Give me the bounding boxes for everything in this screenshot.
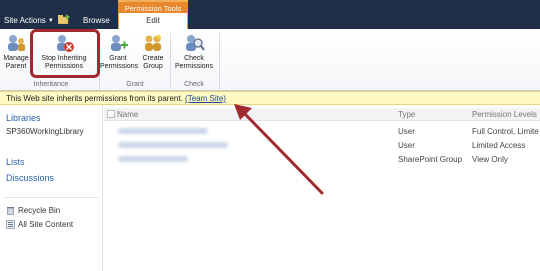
site-content-icon	[6, 220, 15, 229]
group-label-check: Check	[184, 81, 204, 88]
manage-parent-label-2: Parent	[5, 63, 27, 70]
redacted-name	[118, 142, 228, 148]
nav-heading-libraries[interactable]: Libraries	[6, 113, 41, 123]
redacted-name	[118, 128, 208, 134]
redacted-name	[118, 156, 188, 162]
column-header-name[interactable]: Name	[117, 110, 138, 119]
nav-item-library[interactable]: SP360WorkingLibrary	[6, 127, 84, 136]
table-row[interactable]: User Limited Access	[104, 139, 540, 153]
column-header-type[interactable]: Type	[398, 110, 415, 119]
left-navigation: Libraries SP360WorkingLibrary Lists Disc…	[0, 105, 103, 271]
grant-permissions-icon	[111, 35, 128, 51]
tab-edit[interactable]: Edit	[118, 13, 188, 29]
ribbon-separator	[170, 33, 171, 89]
permission-tools-context-group: Permission Tools Edit	[118, 0, 188, 29]
recycle-bin-label: Recycle Bin	[18, 206, 61, 215]
group-label-grant: Grant	[126, 81, 144, 88]
row-type: User	[398, 141, 415, 150]
navigate-up-icon[interactable]	[58, 14, 70, 24]
row-type: SharePoint Group	[398, 155, 463, 164]
nav-heading-discussions[interactable]: Discussions	[6, 173, 54, 183]
site-actions-menu[interactable]: Site Actions ▼	[4, 16, 54, 25]
check-permissions-icon	[186, 35, 205, 51]
create-group-button[interactable]: Create Group	[138, 33, 168, 71]
nav-item-recycle-bin[interactable]: Recycle Bin	[6, 206, 60, 215]
recycle-bin-icon	[7, 207, 14, 215]
site-actions-label: Site Actions	[4, 16, 46, 25]
table-row[interactable]: User Full Control, Limite	[104, 125, 540, 139]
status-text: This Web site inherits permissions from …	[6, 94, 186, 103]
grant-permissions-label-2: Permissions	[100, 63, 139, 70]
manage-parent-label-1: Manage	[3, 55, 29, 62]
check-permissions-label-1: Check	[184, 55, 204, 62]
select-all-checkbox[interactable]	[107, 110, 115, 118]
row-type: User	[398, 127, 415, 136]
row-permission: View Only	[472, 155, 508, 164]
inheritance-status-bar: This Web site inherits permissions from …	[0, 91, 540, 105]
parent-site-link[interactable]: (Team Site)	[185, 94, 226, 103]
table-row[interactable]: SharePoint Group View Only	[104, 153, 540, 167]
check-permissions-label-2: Permissions	[174, 63, 214, 70]
manage-parent-button[interactable]: Manage Parent	[2, 33, 30, 71]
group-label-inheritance: Inheritance	[33, 81, 69, 88]
stop-inheriting-highlight-box	[30, 29, 100, 78]
ribbon-separator	[219, 33, 220, 89]
grant-permissions-button[interactable]: Grant Permissions	[100, 33, 139, 71]
nav-divider	[4, 197, 99, 198]
manage-parent-icon	[8, 35, 25, 51]
nav-item-all-site-content[interactable]: All Site Content	[6, 220, 73, 229]
permissions-table-header: Name Type Permission Levels	[104, 108, 540, 121]
grant-permissions-label-1: Grant	[109, 55, 127, 62]
check-permissions-button[interactable]: Check Permissions	[172, 33, 216, 71]
row-permission: Full Control, Limite	[472, 127, 539, 136]
create-group-icon	[145, 34, 162, 51]
tab-browse[interactable]: Browse	[83, 16, 110, 25]
nav-heading-lists[interactable]: Lists	[6, 157, 25, 167]
create-group-label-2: Group	[143, 63, 163, 70]
chevron-down-icon: ▼	[47, 17, 54, 24]
column-header-permission-levels[interactable]: Permission Levels	[472, 110, 537, 119]
context-group-title: Permission Tools	[118, 0, 188, 13]
row-permission: Limited Access	[472, 141, 526, 150]
create-group-label-1: Create	[142, 55, 164, 62]
all-site-content-label: All Site Content	[18, 220, 74, 229]
top-bar: Site Actions ▼ Browse Permission Tools E…	[0, 0, 540, 29]
